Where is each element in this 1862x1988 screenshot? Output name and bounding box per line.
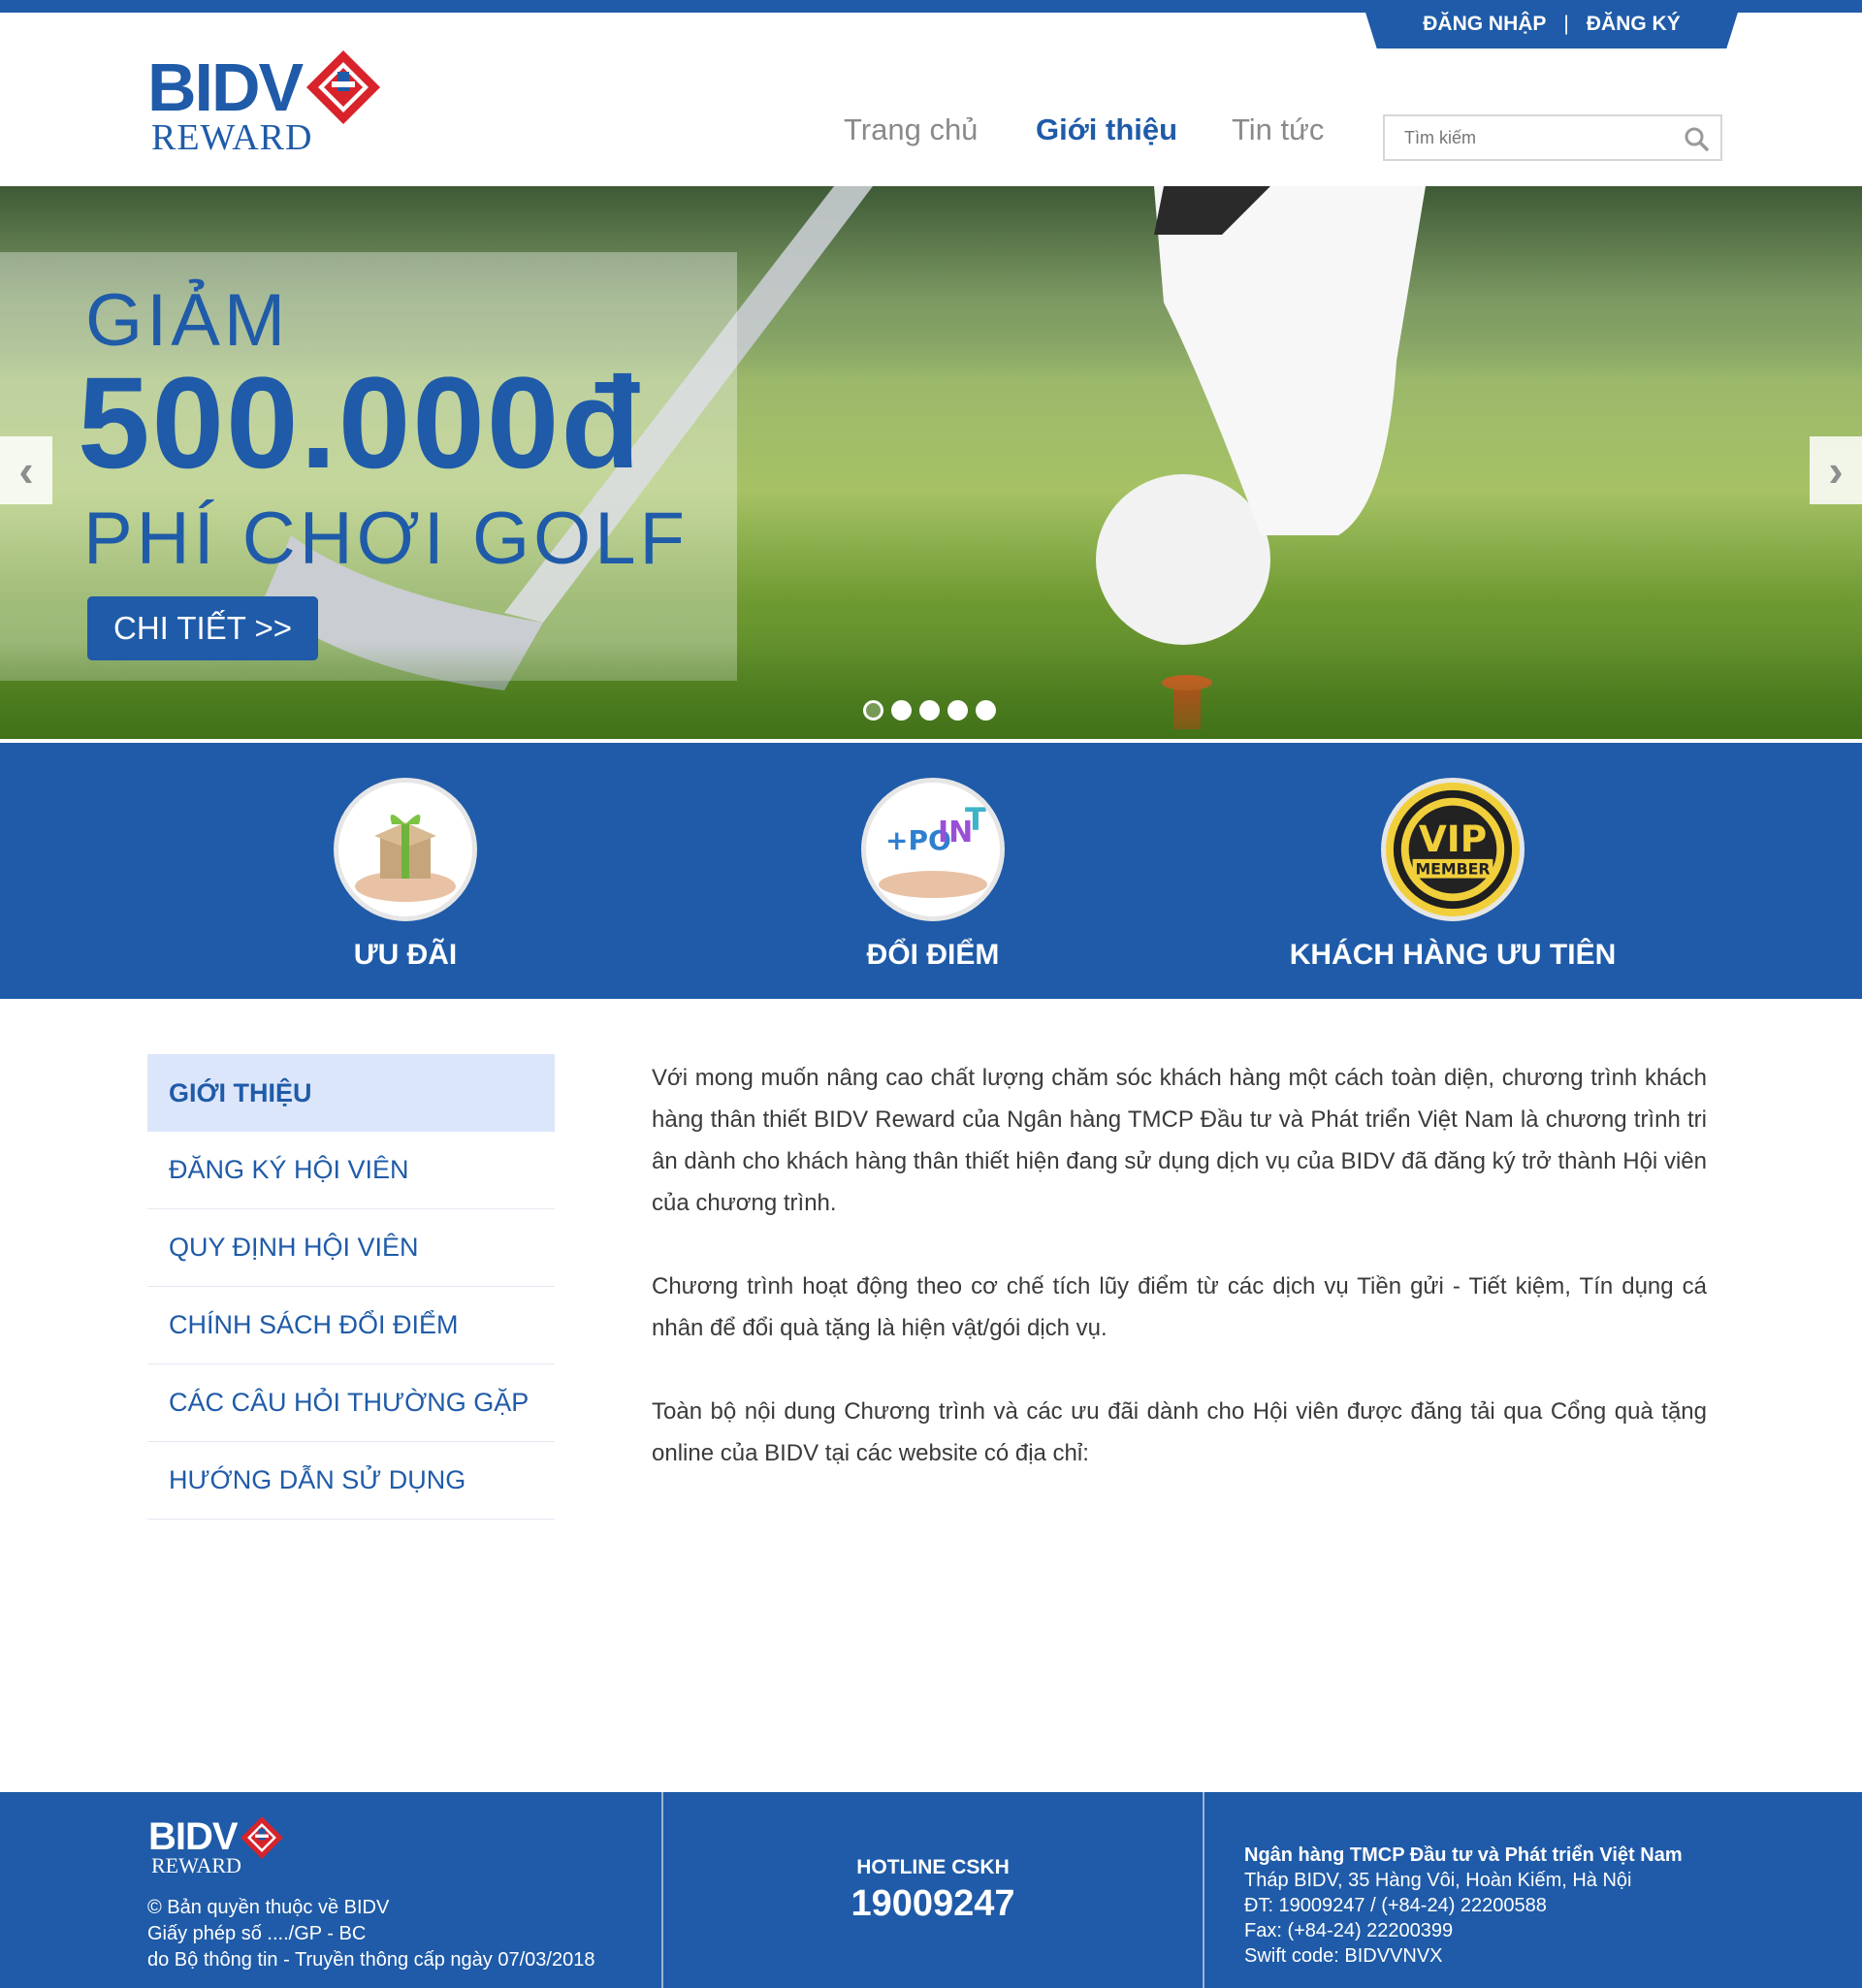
sidebar-item-faq[interactable]: CÁC CÂU HỎI THƯỜNG GẶP	[147, 1364, 555, 1442]
feature-label: ĐỔI ĐIỂM	[866, 939, 1000, 971]
sidebar-menu: GIỚI THIỆU ĐĂNG KÝ HỘI VIÊN QUY ĐỊNH HỘI…	[147, 1054, 555, 1520]
chevron-right-icon: ›	[1828, 445, 1844, 496]
about-content: Với mong muốn nâng cao chất lượng chăm s…	[652, 1057, 1707, 1516]
footer-bank-name: Ngân hàng TMCP Đầu tư và Phát triển Việt…	[1244, 1844, 1683, 1866]
footer: BIDV REWARD © Bản quyền thuộc về BIDV Gi…	[0, 1792, 1862, 1988]
footer-address: Tháp BIDV, 35 Hàng Vôi, Hoàn Kiếm, Hà Nộ…	[1244, 1870, 1632, 1891]
sidebar-item-register[interactable]: ĐĂNG KÝ HỘI VIÊN	[147, 1132, 555, 1209]
sidebar-item-about[interactable]: GIỚI THIỆU	[147, 1054, 555, 1132]
features-strip: ƯU ĐÃI +PO IN T ĐỔI ĐIỂM VIP MEMBER KHÁC…	[0, 743, 1862, 999]
hero-banner: GIẢM 500.000đ PHÍ CHƠI GOLF CHI TIẾT >> …	[0, 186, 1862, 739]
sidebar-item-rules[interactable]: QUY ĐỊNH HỘI VIÊN	[147, 1209, 555, 1287]
login-link[interactable]: ĐĂNG NHẬP	[1423, 13, 1546, 36]
chevron-left-icon: ‹	[18, 445, 34, 496]
search-icon[interactable]	[1684, 126, 1709, 151]
auth-separator: |	[1563, 13, 1569, 35]
slide-dot[interactable]	[919, 700, 940, 721]
content-paragraph: Với mong muốn nâng cao chất lượng chăm s…	[652, 1065, 1707, 1216]
slide-dot[interactable]	[947, 700, 968, 721]
slide-dots	[863, 700, 996, 721]
point-icon: +PO IN T	[861, 778, 1005, 921]
feature-points[interactable]: +PO IN T ĐỔI ĐIỂM	[739, 778, 1127, 972]
footer-license: Giấy phép số ..../GP - BC	[147, 1923, 367, 1944]
page: ĐĂNG NHẬP | ĐĂNG KÝ BIDV REWARD Trang ch…	[0, 0, 1862, 1988]
vip-badge-top: VIP	[1419, 818, 1487, 860]
search-box	[1383, 114, 1722, 161]
slide-dot[interactable]	[976, 700, 996, 721]
gift-icon	[334, 778, 477, 921]
content-paragraph: Chương trình hoạt động theo cơ chế tích …	[652, 1273, 1707, 1341]
logo-brand: BIDV	[147, 49, 304, 125]
hotline-label: HOTLINE CSKH	[856, 1856, 1010, 1878]
footer-logo-sub: REWARD	[151, 1853, 241, 1877]
sidebar-item-points-policy[interactable]: CHÍNH SÁCH ĐỔI ĐIỂM	[147, 1287, 555, 1364]
vip-badge-bottom: MEMBER	[1415, 860, 1490, 879]
next-slide-button[interactable]: ›	[1810, 436, 1862, 504]
sidebar-item-guide[interactable]: HƯỚNG DẪN SỬ DỤNG	[147, 1442, 555, 1520]
slide-dot[interactable]	[863, 700, 883, 721]
promo-line3: PHÍ CHƠI GOLF	[83, 497, 689, 580]
footer-issuer: do Bộ thông tin - Truyền thông cấp ngày …	[147, 1949, 595, 1971]
bidv-reward-logo[interactable]: BIDV REWARD	[147, 48, 390, 160]
bidv-diamond-icon	[306, 50, 380, 124]
footer-copyright-block: © Bản quyền thuộc về BIDV Giấy phép số .…	[147, 1895, 594, 1973]
feature-label: KHÁCH HÀNG ƯU TIÊN	[1289, 939, 1617, 971]
svg-text:T: T	[965, 801, 986, 838]
prev-slide-button[interactable]: ‹	[0, 436, 52, 504]
footer-logo: BIDV REWARD	[148, 1815, 304, 1877]
auth-tab: ĐĂNG NHẬP | ĐĂNG KÝ	[1362, 0, 1742, 48]
footer-logo-brand: BIDV	[148, 1815, 239, 1858]
feature-offers[interactable]: ƯU ĐÃI	[211, 778, 599, 972]
footer-phone: ĐT: 19009247 / (+84-24) 22200588	[1244, 1895, 1547, 1916]
search-input[interactable]	[1385, 116, 1676, 159]
nav-home[interactable]: Trang chủ	[844, 112, 978, 147]
feature-vip[interactable]: VIP MEMBER KHÁCH HÀNG ƯU TIÊN	[1259, 778, 1647, 972]
nav-news[interactable]: Tin tức	[1232, 112, 1324, 147]
promo-amount: 500.000đ	[78, 351, 643, 496]
footer-fax: Fax: (+84-24) 22200399	[1244, 1920, 1454, 1941]
footer-copyright: © Bản quyền thuộc về BIDV	[147, 1897, 390, 1918]
register-link[interactable]: ĐĂNG KÝ	[1587, 13, 1681, 36]
nav-about[interactable]: Giới thiệu	[1036, 112, 1177, 147]
content-paragraph: Toàn bộ nội dung Chương trình và các ưu …	[652, 1398, 1707, 1466]
feature-label: ƯU ĐÃI	[353, 939, 458, 971]
footer-contact-block: Ngân hàng TMCP Đầu tư và Phát triển Việt…	[1244, 1843, 1683, 1969]
bidv-diamond-icon	[241, 1816, 283, 1859]
logo-sub: REWARD	[151, 117, 313, 158]
vip-icon: VIP MEMBER	[1381, 778, 1525, 921]
hotline-number[interactable]: 19009247	[661, 1883, 1204, 1925]
promo-details-button[interactable]: CHI TIẾT >>	[87, 596, 318, 660]
slide-dot[interactable]	[891, 700, 912, 721]
footer-swift: Swift code: BIDVVNVX	[1244, 1945, 1443, 1967]
